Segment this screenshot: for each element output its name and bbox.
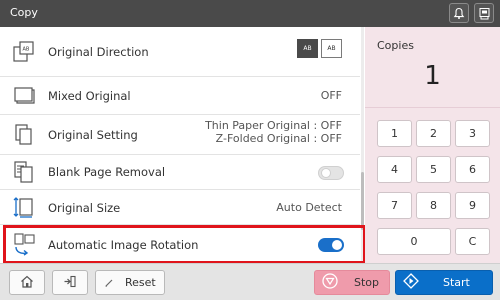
setting-mixed-original[interactable]: Mixed Original OFF	[0, 77, 360, 115]
start-label: Start	[443, 276, 470, 289]
direction-options: AB AB	[297, 39, 343, 59]
setting-original-setting[interactable]: Original Setting Thin Paper Original : O…	[0, 115, 360, 155]
keypad-key-6[interactable]: 6	[455, 156, 490, 183]
stop-button[interactable]: Stop	[314, 270, 390, 295]
blank-page-removal-icon	[12, 160, 36, 188]
title-bar: Copy	[0, 0, 500, 27]
copies-label: Copies	[377, 39, 414, 52]
direction-option-portrait[interactable]: AB	[297, 39, 318, 58]
keypad-key-5[interactable]: 5	[416, 156, 451, 183]
original-direction-icon: AB	[12, 41, 36, 67]
stop-label: Stop	[354, 276, 380, 289]
keypad-key-2[interactable]: 2	[416, 120, 451, 147]
setting-value: Auto Detect	[276, 201, 342, 214]
divider	[365, 107, 500, 108]
direction-option-landscape[interactable]: AB	[321, 39, 342, 58]
toggle-knob	[321, 168, 331, 178]
keypad-key-9[interactable]: 9	[455, 192, 490, 219]
keypad-key-7[interactable]: 7	[377, 192, 412, 219]
login-button[interactable]	[52, 270, 88, 295]
setting-original-direction[interactable]: AB Original Direction AB AB	[0, 27, 360, 77]
reset-button[interactable]: Reset	[95, 270, 165, 295]
setting-label: Original Setting	[48, 128, 138, 142]
keypad-key-8[interactable]: 8	[416, 192, 451, 219]
start-icon	[403, 272, 419, 293]
keypad-key-1[interactable]: 1	[377, 120, 412, 147]
keypad-key-4[interactable]: 4	[377, 156, 412, 183]
device-status-button[interactable]	[474, 3, 494, 23]
bottom-bar: Reset Stop Start	[0, 263, 500, 300]
setting-value: OFF	[320, 89, 342, 102]
setting-label: Original Size	[48, 201, 121, 215]
bell-icon	[453, 7, 465, 20]
copies-panel: Copies 1 1 2 3 4 5 6 7 8 9 0 C	[365, 27, 500, 263]
original-setting-icon	[12, 123, 36, 151]
window-title: Copy	[10, 6, 38, 19]
keypad-key-clear[interactable]: C	[455, 228, 490, 255]
home-button[interactable]	[9, 270, 45, 295]
scrollbar-thumb[interactable]	[361, 172, 364, 230]
original-size-icon	[12, 195, 36, 223]
notification-button[interactable]	[449, 3, 469, 23]
login-icon	[63, 273, 77, 292]
device-status-icon	[478, 7, 491, 20]
home-icon	[20, 273, 34, 292]
setting-value-line-2: Z-Folded Original : OFF	[215, 132, 342, 145]
reset-label: Reset	[125, 276, 156, 289]
highlight-frame	[3, 225, 366, 264]
reset-icon	[104, 273, 114, 292]
setting-label: Mixed Original	[48, 89, 131, 103]
start-button[interactable]: Start	[395, 270, 493, 295]
mixed-original-icon	[12, 85, 36, 111]
keypad-key-0[interactable]: 0	[377, 228, 451, 255]
setting-label: Original Direction	[48, 45, 149, 59]
setting-original-size[interactable]: Original Size Auto Detect	[0, 190, 360, 225]
blank-page-removal-toggle[interactable]	[318, 166, 344, 180]
svg-text:AB: AB	[23, 47, 30, 53]
setting-blank-page-removal[interactable]: Blank Page Removal	[0, 155, 360, 190]
setting-label: Blank Page Removal	[48, 165, 166, 179]
copies-value: 1	[424, 61, 441, 91]
setting-value-line-1: Thin Paper Original : OFF	[205, 119, 342, 132]
stop-icon	[322, 272, 338, 293]
keypad-key-3[interactable]: 3	[455, 120, 490, 147]
